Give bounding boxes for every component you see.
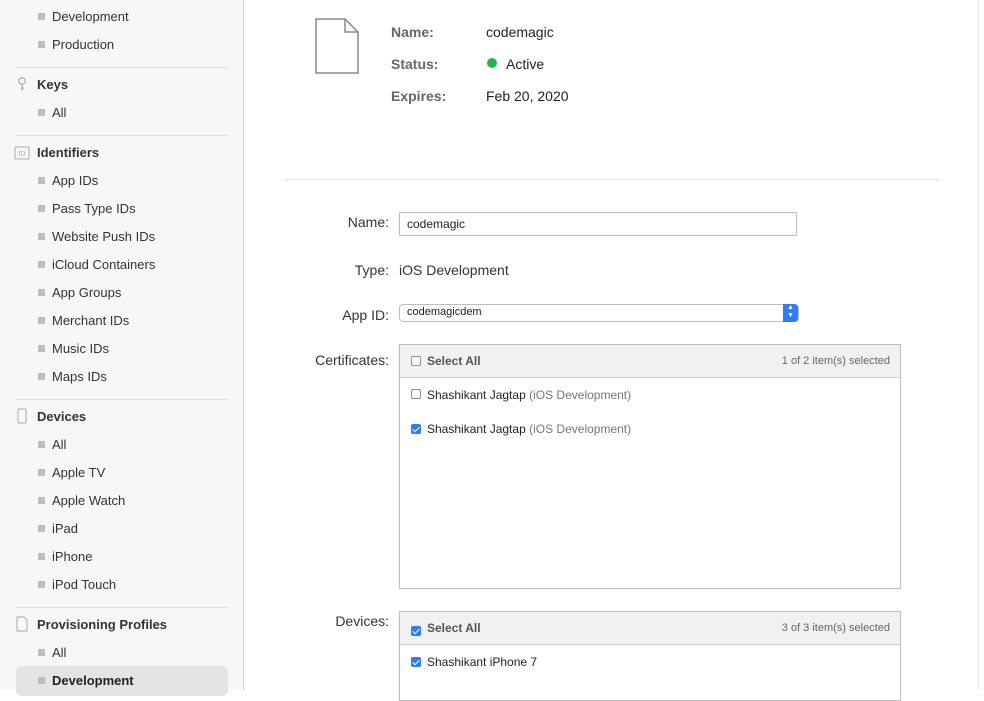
sidebar-item-profiles-all[interactable]: All [38,645,66,661]
sidebar-item-devices-all[interactable]: All [38,437,66,453]
form-type-label: Type: [354,262,389,278]
certificate-row[interactable]: Shashikant Jagtap (iOS Development) [411,422,631,436]
id-icon: ID [14,146,30,160]
sidebar-item-ipod-touch[interactable]: iPod Touch [38,577,116,593]
bullet-icon [38,13,45,21]
sidebar-item-maps-ids[interactable]: Maps IDs [38,369,107,385]
sidebar-item-merchant-ids[interactable]: Merchant IDs [38,313,129,329]
summary-expires-label: Expires: [391,88,447,104]
bullet-icon [38,109,45,117]
bullet-icon [38,441,45,449]
sidebar-section-keys[interactable]: Keys [37,77,68,93]
app-id-select[interactable]: codemagicdem ▲ ▼ [399,304,799,322]
devices-list-header: Select All 3 of 3 item(s) selected [400,612,900,645]
certificate-owner: Shashikant Jagtap [427,388,526,402]
document-icon [16,616,28,632]
section-divider [284,179,940,180]
sidebar-item-icloud-containers[interactable]: iCloud Containers [38,257,155,273]
sidebar-item-app-groups[interactable]: App Groups [38,285,121,301]
sidebar-item-apple-tv[interactable]: Apple TV [38,465,105,481]
sidebar-item-ipad[interactable]: iPad [38,521,78,537]
sidebar-item-apple-watch[interactable]: Apple Watch [38,493,125,509]
bullet-icon [38,469,45,477]
sidebar-item-keys-all[interactable]: All [38,105,66,121]
device-row[interactable]: Shashikant iPhone 7 [411,655,537,669]
bullet-icon [38,553,45,561]
bullet-icon [38,317,45,325]
bullet-icon [38,581,45,589]
sidebar-item-certificates-production[interactable]: Production [38,37,114,53]
svg-text:ID: ID [19,151,26,158]
certificates-select-all-label[interactable]: Select All [427,354,481,368]
certificate-checkbox-checked[interactable] [411,424,421,434]
sidebar-item-profiles-development[interactable]: Development [38,673,134,689]
sidebar-item-pass-type-ids[interactable]: Pass Type IDs [38,201,136,217]
certificates-list: Select All 1 of 2 item(s) selected Shash… [399,344,901,589]
sidebar-divider [16,135,228,136]
sidebar-item-music-ids[interactable]: Music IDs [38,341,109,357]
devices-selected-count: 3 of 3 item(s) selected [781,622,890,634]
devices-select-all-label[interactable]: Select All [427,621,481,635]
device-name: Shashikant iPhone 7 [427,655,538,669]
bullet-icon [38,373,45,381]
bullet-icon [38,205,45,213]
summary-status-label: Status: [391,56,439,72]
app-id-selected-value: codemagicdem [407,306,482,318]
right-border [978,0,979,690]
form-name-label: Name: [347,214,389,230]
bullet-icon [38,177,45,185]
summary-status-value: Active [506,56,545,72]
sidebar-item-iphone[interactable]: iPhone [38,549,92,565]
bullet-icon [38,345,45,353]
certificates-select-all-checkbox[interactable] [411,356,421,366]
form-devices-label: Devices: [335,613,389,629]
certificates-selected-count: 1 of 2 item(s) selected [781,355,890,367]
summary-name-label: Name: [391,24,434,40]
bullet-icon [38,525,45,533]
form-type-value: iOS Development [399,262,509,278]
sidebar-section-devices[interactable]: Devices [37,409,86,425]
devices-select-all-checkbox[interactable] [411,626,421,636]
devices-list: Select All 3 of 3 item(s) selected Shash… [399,611,901,701]
certificates-list-header: Select All 1 of 2 item(s) selected [400,345,900,378]
device-icon [17,408,27,424]
bullet-icon [38,497,45,505]
bullet-icon [38,261,45,269]
sidebar-section-provisioning-profiles[interactable]: Provisioning Profiles [37,617,167,633]
sidebar-item-website-push-ids[interactable]: Website Push IDs [38,229,155,245]
bullet-icon [38,649,45,657]
form-appid-label: App ID: [342,307,389,323]
sidebar: Development Production Keys All ID Ident… [0,0,244,696]
bullet-icon [38,233,45,241]
sidebar-divider [16,607,228,608]
sidebar-item-certificates-development[interactable]: Development [38,9,129,25]
bullet-icon [38,289,45,297]
certificate-type: (iOS Development) [529,388,632,402]
select-arrows-icon[interactable]: ▲ ▼ [783,304,798,322]
certificate-owner: Shashikant Jagtap [427,422,526,436]
summary-name-value: codemagic [486,24,554,40]
status-active-dot-icon [487,58,497,68]
bullet-icon [38,677,45,685]
sidebar-item-app-ids[interactable]: App IDs [38,173,98,189]
sidebar-divider [16,399,228,400]
certificate-checkbox[interactable] [411,389,421,399]
form-certificates-label: Certificates: [315,352,389,368]
summary-expires-value: Feb 20, 2020 [486,88,569,104]
bullet-icon [38,41,45,49]
certificate-type: (iOS Development) [529,422,632,436]
profile-document-icon [315,18,359,74]
sidebar-section-identifiers[interactable]: Identifiers [37,145,99,161]
key-icon [18,77,26,91]
sidebar-divider [16,67,228,68]
profile-name-input[interactable] [399,212,797,236]
device-checkbox-checked[interactable] [411,657,421,667]
